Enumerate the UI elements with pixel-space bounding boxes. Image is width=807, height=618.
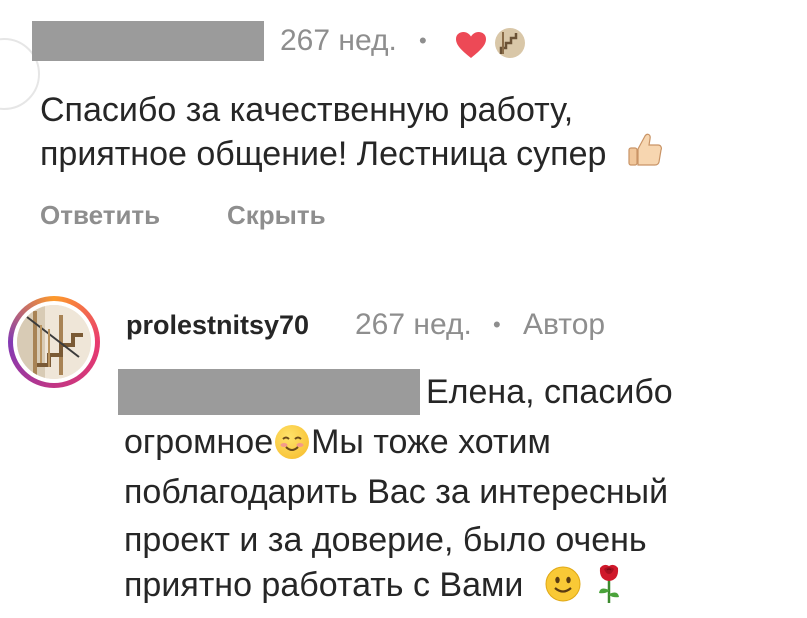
author-username[interactable]: prolestnitsy70 (126, 310, 309, 341)
reply-line-2: огромное Мы тоже хотим (124, 422, 551, 463)
reply-text: Мы тоже хотим (311, 423, 551, 461)
comment-line: Спасибо за качественную работу, (40, 91, 574, 129)
staircase-photo-icon (17, 305, 91, 379)
meta-dot: • (493, 312, 501, 337)
reply-text: огромное (124, 423, 274, 461)
author-mini-avatar (495, 28, 525, 58)
reply-text: приятно работать с Вами (124, 566, 524, 604)
smiling-face-emoji-icon (275, 425, 310, 459)
thumbs-up-icon (626, 131, 664, 179)
rose-icon (594, 560, 624, 614)
reply-line-5: приятно работать с Вами (124, 560, 624, 614)
reply-time: 267 нед. (355, 308, 472, 341)
hide-button[interactable]: Скрыть (227, 200, 326, 231)
reply-button[interactable]: Ответить (40, 200, 160, 231)
reply-line: проект и за доверие, было очень (124, 521, 647, 559)
reply-line: Елена, спасибо (426, 373, 673, 411)
stairs-icon (499, 32, 518, 54)
comment-line: приятное общение! Лестница супер (40, 135, 607, 173)
author-badge: Автор (523, 308, 606, 341)
author-liked-heart-icon (456, 32, 486, 58)
slightly-smiling-face-icon (545, 566, 581, 612)
redacted-mention (118, 369, 420, 415)
meta-dot: • (419, 28, 427, 53)
comment-text: Спасибо за качественную работу, приятное… (40, 90, 664, 179)
author-avatar[interactable] (8, 296, 100, 388)
redacted-username (32, 21, 264, 61)
comment-time: 267 нед. (280, 24, 397, 57)
reply-line: поблагодарить Вас за интересный (124, 473, 669, 511)
